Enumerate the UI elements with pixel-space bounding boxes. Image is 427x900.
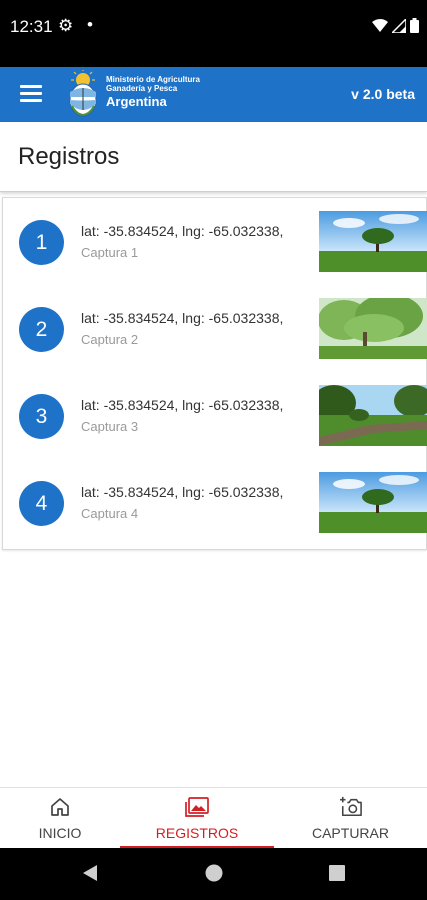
- record-caption: Captura 2: [81, 332, 139, 347]
- list-item[interactable]: 3 lat: -35.834524, lng: -65.032338, Capt…: [3, 372, 427, 459]
- add-camera-icon: [339, 796, 362, 817]
- nav-registros[interactable]: REGISTROS: [120, 788, 274, 849]
- list-item[interactable]: 1 lat: -35.834524, lng: -65.032338, Capt…: [3, 198, 427, 285]
- notification-dot-icon: •: [87, 15, 93, 34]
- menu-icon[interactable]: [20, 85, 44, 105]
- status-time: 12:31: [10, 17, 53, 36]
- app-bar: Ministerio de Agricultura Ganadería y Pe…: [0, 67, 427, 122]
- logo-line1: Ministerio de Agricultura: [106, 75, 200, 84]
- record-coordinates: lat: -35.834524, lng: -65.032338,: [81, 397, 284, 413]
- record-coordinates: lat: -35.834524, lng: -65.032338,: [81, 484, 284, 500]
- wifi-icon: [372, 18, 388, 32]
- logo-line2: Ganadería y Pesca: [106, 84, 178, 93]
- nav-registros-label: REGISTROS: [155, 825, 239, 841]
- title-card: Registros: [0, 122, 427, 192]
- record-thumbnail[interactable]: [319, 385, 427, 446]
- record-number-badge: 4: [19, 481, 64, 526]
- bottom-navigation: INICIO REGISTROS CAPTURAR: [0, 787, 427, 849]
- logo-line3: Argentina: [106, 94, 167, 109]
- nav-inicio[interactable]: INICIO: [0, 788, 120, 849]
- status-bar: 12:31 ⚙ •: [0, 0, 427, 67]
- record-thumbnail[interactable]: [319, 211, 427, 272]
- system-navigation-bar: [0, 848, 427, 900]
- record-thumbnail[interactable]: [319, 472, 427, 533]
- record-caption: Captura 1: [81, 245, 139, 260]
- settings-icon: ⚙: [58, 16, 74, 35]
- version-label: v 2.0 beta: [351, 86, 415, 102]
- ministry-logo: Ministerio de Agricultura Ganadería y Pe…: [106, 75, 200, 109]
- photos-icon: [185, 797, 209, 817]
- record-number-badge: 3: [19, 394, 64, 439]
- record-caption: Captura 4: [81, 506, 139, 521]
- record-number-badge: 1: [19, 220, 64, 265]
- nav-capturar-label: CAPTURAR: [311, 825, 389, 841]
- recents-icon[interactable]: [329, 864, 345, 882]
- battery-icon: [410, 18, 419, 33]
- nav-inicio-label: INICIO: [38, 825, 82, 841]
- list-item[interactable]: 2 lat: -35.834524, lng: -65.032338, Capt…: [3, 285, 427, 372]
- record-caption: Captura 3: [81, 419, 139, 434]
- page-title: Registros: [18, 143, 120, 170]
- nav-capturar[interactable]: CAPTURAR: [274, 788, 427, 849]
- list-item[interactable]: 4 lat: -35.834524, lng: -65.032338, Capt…: [3, 459, 427, 546]
- national-emblem-icon: [69, 70, 97, 117]
- record-coordinates: lat: -35.834524, lng: -65.032338,: [81, 223, 284, 239]
- back-icon[interactable]: [82, 864, 98, 882]
- home-icon: [51, 798, 69, 816]
- record-thumbnail[interactable]: [319, 298, 427, 359]
- home-button-icon[interactable]: [205, 864, 223, 882]
- record-number-badge: 2: [19, 307, 64, 352]
- signal-icon: [392, 18, 406, 33]
- records-list: 1 lat: -35.834524, lng: -65.032338, Capt…: [2, 197, 427, 550]
- status-icons: [372, 18, 419, 33]
- record-coordinates: lat: -35.834524, lng: -65.032338,: [81, 310, 284, 326]
